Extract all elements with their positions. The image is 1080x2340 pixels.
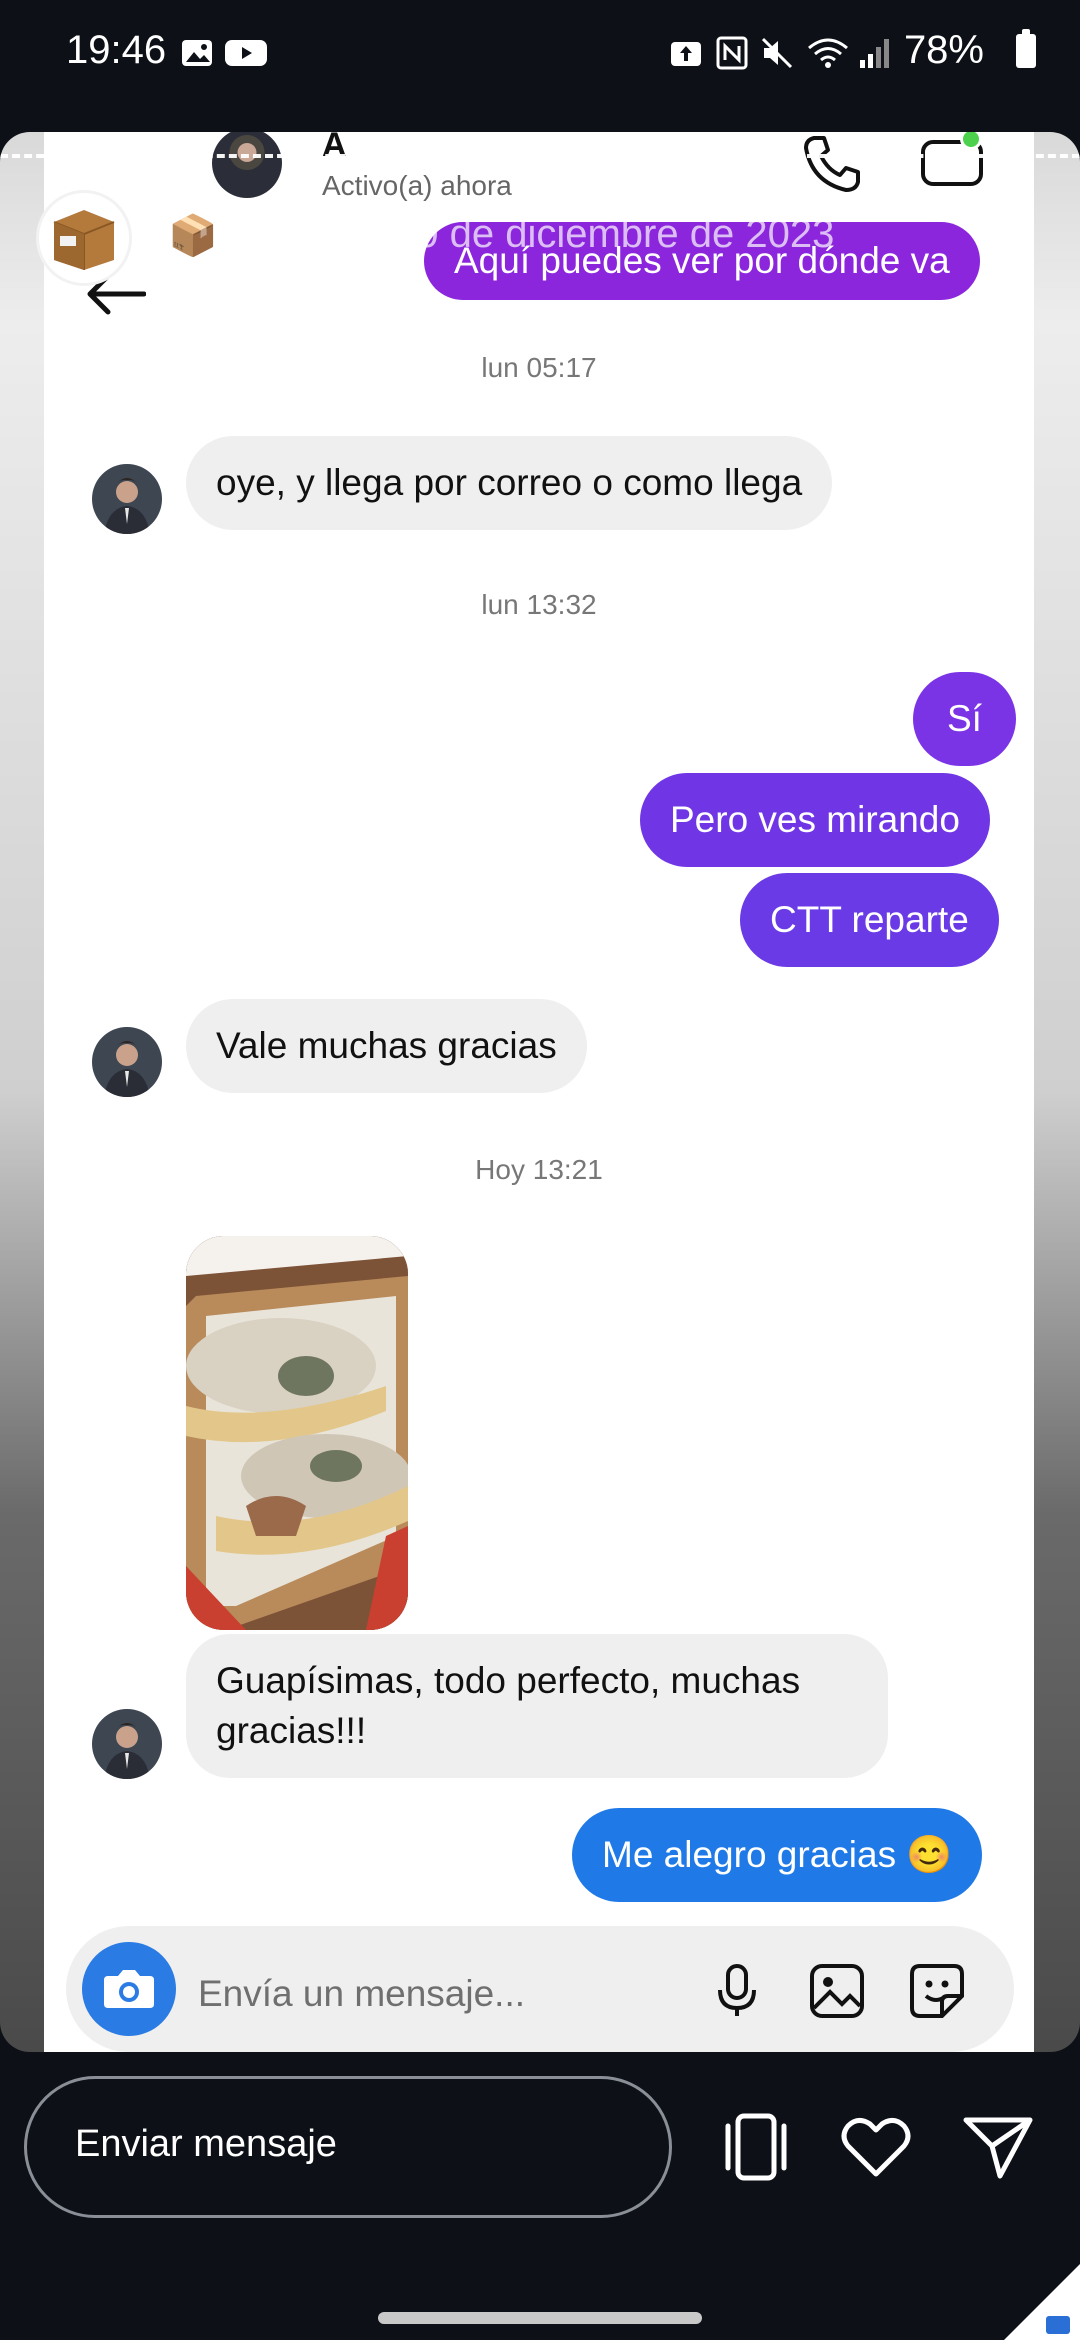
microphone-icon[interactable] <box>708 1962 766 2020</box>
story-date: 20 de diciembre de 2023 <box>394 212 835 256</box>
reply-placeholder: Enviar mensaje <box>75 2123 337 2165</box>
message-outgoing: Pero ves mirando <box>640 773 990 867</box>
story-title: 📦Pedido² <box>168 214 365 258</box>
camera-button[interactable] <box>82 1942 176 2036</box>
nfc-icon <box>716 36 748 70</box>
message-outgoing: Sí <box>913 672 1016 766</box>
message-incoming: oye, y llega por correo o como llega <box>186 436 833 530</box>
sender-avatar[interactable] <box>92 1709 162 1779</box>
phone-icon[interactable] <box>800 132 864 196</box>
more-options-icon[interactable] <box>1002 210 1014 260</box>
message-incoming: Guapísimas, todo perfecto, muchas gracia… <box>186 1634 888 1778</box>
carousel-icon[interactable] <box>718 2112 794 2182</box>
shared-photo[interactable] <box>186 1236 408 1630</box>
gallery-icon[interactable] <box>808 1962 866 2020</box>
package-box-icon <box>53 210 115 270</box>
status-bar: 19:46 78% <box>0 0 1080 105</box>
send-icon[interactable] <box>960 2112 1036 2182</box>
timestamp: lun 13:32 <box>481 589 597 620</box>
sender-avatar[interactable] <box>92 1027 162 1097</box>
home-indicator[interactable] <box>378 2312 702 2324</box>
heart-icon[interactable] <box>838 2112 914 2182</box>
wifi-icon <box>808 38 848 68</box>
status-time: 19:46 <box>66 28 167 72</box>
signal-icon <box>860 39 889 68</box>
timestamp: Hoy 13:21 <box>475 1154 603 1185</box>
message-outgoing: CTT reparte <box>740 873 999 967</box>
screen: 19:46 78% Aquí puedes ver por dónde va A… <box>0 0 1080 2340</box>
message-incoming: Vale muchas gracias <box>186 999 587 1093</box>
sticker-icon[interactable] <box>908 1962 966 2020</box>
message-input[interactable] <box>198 1964 668 2024</box>
contact-avatar[interactable] <box>212 132 282 198</box>
youtube-icon <box>225 40 267 66</box>
contact-name[interactable]: A <box>322 132 347 165</box>
page-corner-icon <box>1004 2264 1080 2340</box>
timestamp: lun 05:17 <box>481 352 597 383</box>
sender-avatar[interactable] <box>92 464 162 534</box>
story-progress-bar <box>0 154 1080 158</box>
contact-status: Activo(a) ahora <box>322 170 512 201</box>
message-outgoing: Me alegro gracias 😊 <box>572 1808 983 1902</box>
story-reply-field[interactable]: Enviar mensaje <box>24 2076 672 2218</box>
upload-notification-icon <box>671 42 701 66</box>
battery-percent: 78% <box>903 28 984 72</box>
mute-icon <box>761 37 793 69</box>
camera-icon <box>104 1970 154 2008</box>
battery-icon <box>1016 29 1036 68</box>
gallery-icon <box>182 40 212 66</box>
story-card: Aquí puedes ver por dónde va A Activo(a)… <box>0 132 1080 2052</box>
